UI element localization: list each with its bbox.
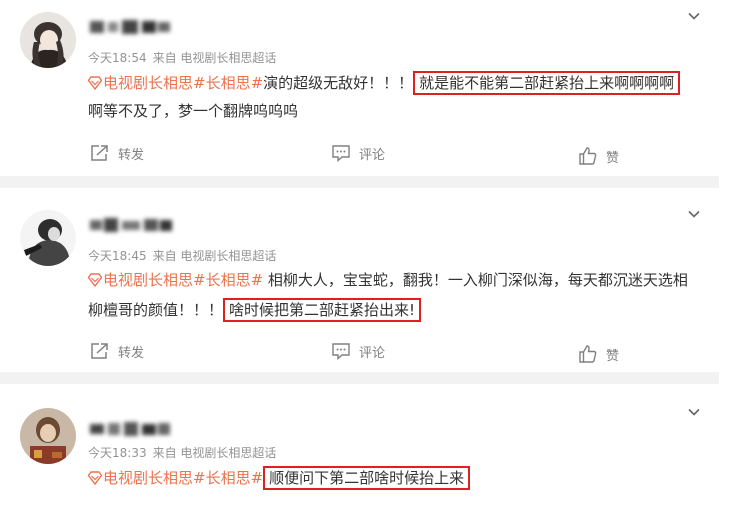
avatar[interactable] (20, 12, 76, 68)
hashtag-link[interactable]: #长相思# (193, 469, 263, 487)
hashtag-link[interactable]: #长相思# (193, 74, 263, 92)
like-icon (579, 147, 597, 165)
post-card: 今天18:54 来自 电视剧长相思超话 电视剧长相思#长相思#演的超级无敌好！！！… (0, 0, 719, 176)
repost-icon (91, 145, 108, 161)
like-label: 赞 (606, 150, 620, 166)
repost-icon (91, 343, 108, 359)
super-topic-label: 电视剧长相思 (103, 271, 194, 289)
highlight-box: 就是能不能第二部赶紧抬上来啊啊啊啊 (413, 71, 681, 95)
post-text: 电视剧长相思#长相思#演的超级无敌好！！！ 就是能不能第二部赶紧抬上来啊啊啊啊啊等… (88, 69, 700, 125)
super-topic-icon (88, 471, 102, 485)
post-source[interactable]: 来自 电视剧长相思超话 (153, 446, 277, 460)
post-meta: 今天18:54 来自 电视剧长相思超话 (88, 50, 276, 66)
post-text: 电视剧长相思#长相思# 相柳大人，宝宝蛇，翻我！一入柳门深似海，每天都沉迷天选相… (88, 265, 700, 325)
super-topic-link[interactable]: 电视剧长相思 (88, 271, 193, 289)
post-source[interactable]: 来自 电视剧长相思超话 (153, 249, 277, 263)
post-meta: 今天18:33 来自 电视剧长相思超话 (88, 445, 276, 461)
post-body: 演的超级无敌好！！！ (263, 74, 414, 92)
post-time[interactable]: 今天18:54 (88, 51, 147, 65)
post-time[interactable]: 今天18:33 (88, 446, 147, 460)
like-button[interactable]: 赞 (578, 343, 619, 365)
repost-button[interactable]: 转发 (90, 142, 144, 164)
post-meta: 今天18:45 来自 电视剧长相思超话 (88, 248, 276, 264)
post-divider (0, 372, 719, 384)
username-redacted[interactable] (88, 214, 174, 236)
post-text: 电视剧长相思#长相思# 顺便问下第二部啥时候抬上来 (88, 464, 700, 492)
post-source[interactable]: 来自 电视剧长相思超话 (153, 51, 277, 65)
chevron-down-icon[interactable] (686, 404, 702, 420)
comment-icon (332, 343, 350, 360)
super-topic-link[interactable]: 电视剧长相思 (88, 469, 193, 487)
super-topic-link[interactable]: 电视剧长相思 (88, 74, 193, 92)
repost-button[interactable]: 转发 (90, 340, 144, 362)
super-topic-icon (88, 273, 102, 287)
like-icon (579, 345, 597, 363)
super-topic-label: 电视剧长相思 (103, 469, 194, 487)
post-card: 今天18:33 来自 电视剧长相思超话 电视剧长相思#长相思# 顺便问下第二部啥时候… (0, 384, 719, 506)
comment-button[interactable]: 评论 (331, 340, 385, 362)
post-body-cont: 啊等不及了，梦一个翻牌呜呜呜 (88, 102, 299, 120)
avatar[interactable] (20, 408, 76, 464)
comment-button[interactable]: 评论 (331, 142, 385, 164)
chevron-down-icon[interactable] (686, 8, 702, 24)
like-label: 赞 (606, 348, 620, 364)
super-topic-icon (88, 76, 102, 90)
username-redacted[interactable] (88, 418, 174, 440)
action-bar: 转发 评论 赞 (0, 142, 719, 167)
post-divider (0, 176, 719, 188)
post-time[interactable]: 今天18:45 (88, 249, 147, 263)
avatar[interactable] (20, 210, 76, 266)
post-card: 今天18:45 来自 电视剧长相思超话 电视剧长相思#长相思# 相柳大人，宝宝蛇，… (0, 188, 719, 372)
comment-label: 评论 (359, 345, 386, 361)
super-topic-label: 电视剧长相思 (103, 74, 194, 92)
comment-icon (332, 145, 350, 162)
action-bar: 转发 评论 赞 (0, 340, 719, 365)
like-button[interactable]: 赞 (578, 145, 619, 167)
highlight-box: 顺便问下第二部啥时候抬上来 (263, 466, 471, 490)
chevron-down-icon[interactable] (686, 206, 702, 222)
hashtag-link[interactable]: #长相思# (193, 271, 263, 289)
highlight-box: 啥时候把第二部赶紧抬出来! (223, 298, 422, 322)
comment-label: 评论 (359, 147, 386, 163)
repost-label: 转发 (118, 147, 145, 163)
username-redacted[interactable] (88, 16, 174, 38)
repost-label: 转发 (118, 345, 145, 361)
